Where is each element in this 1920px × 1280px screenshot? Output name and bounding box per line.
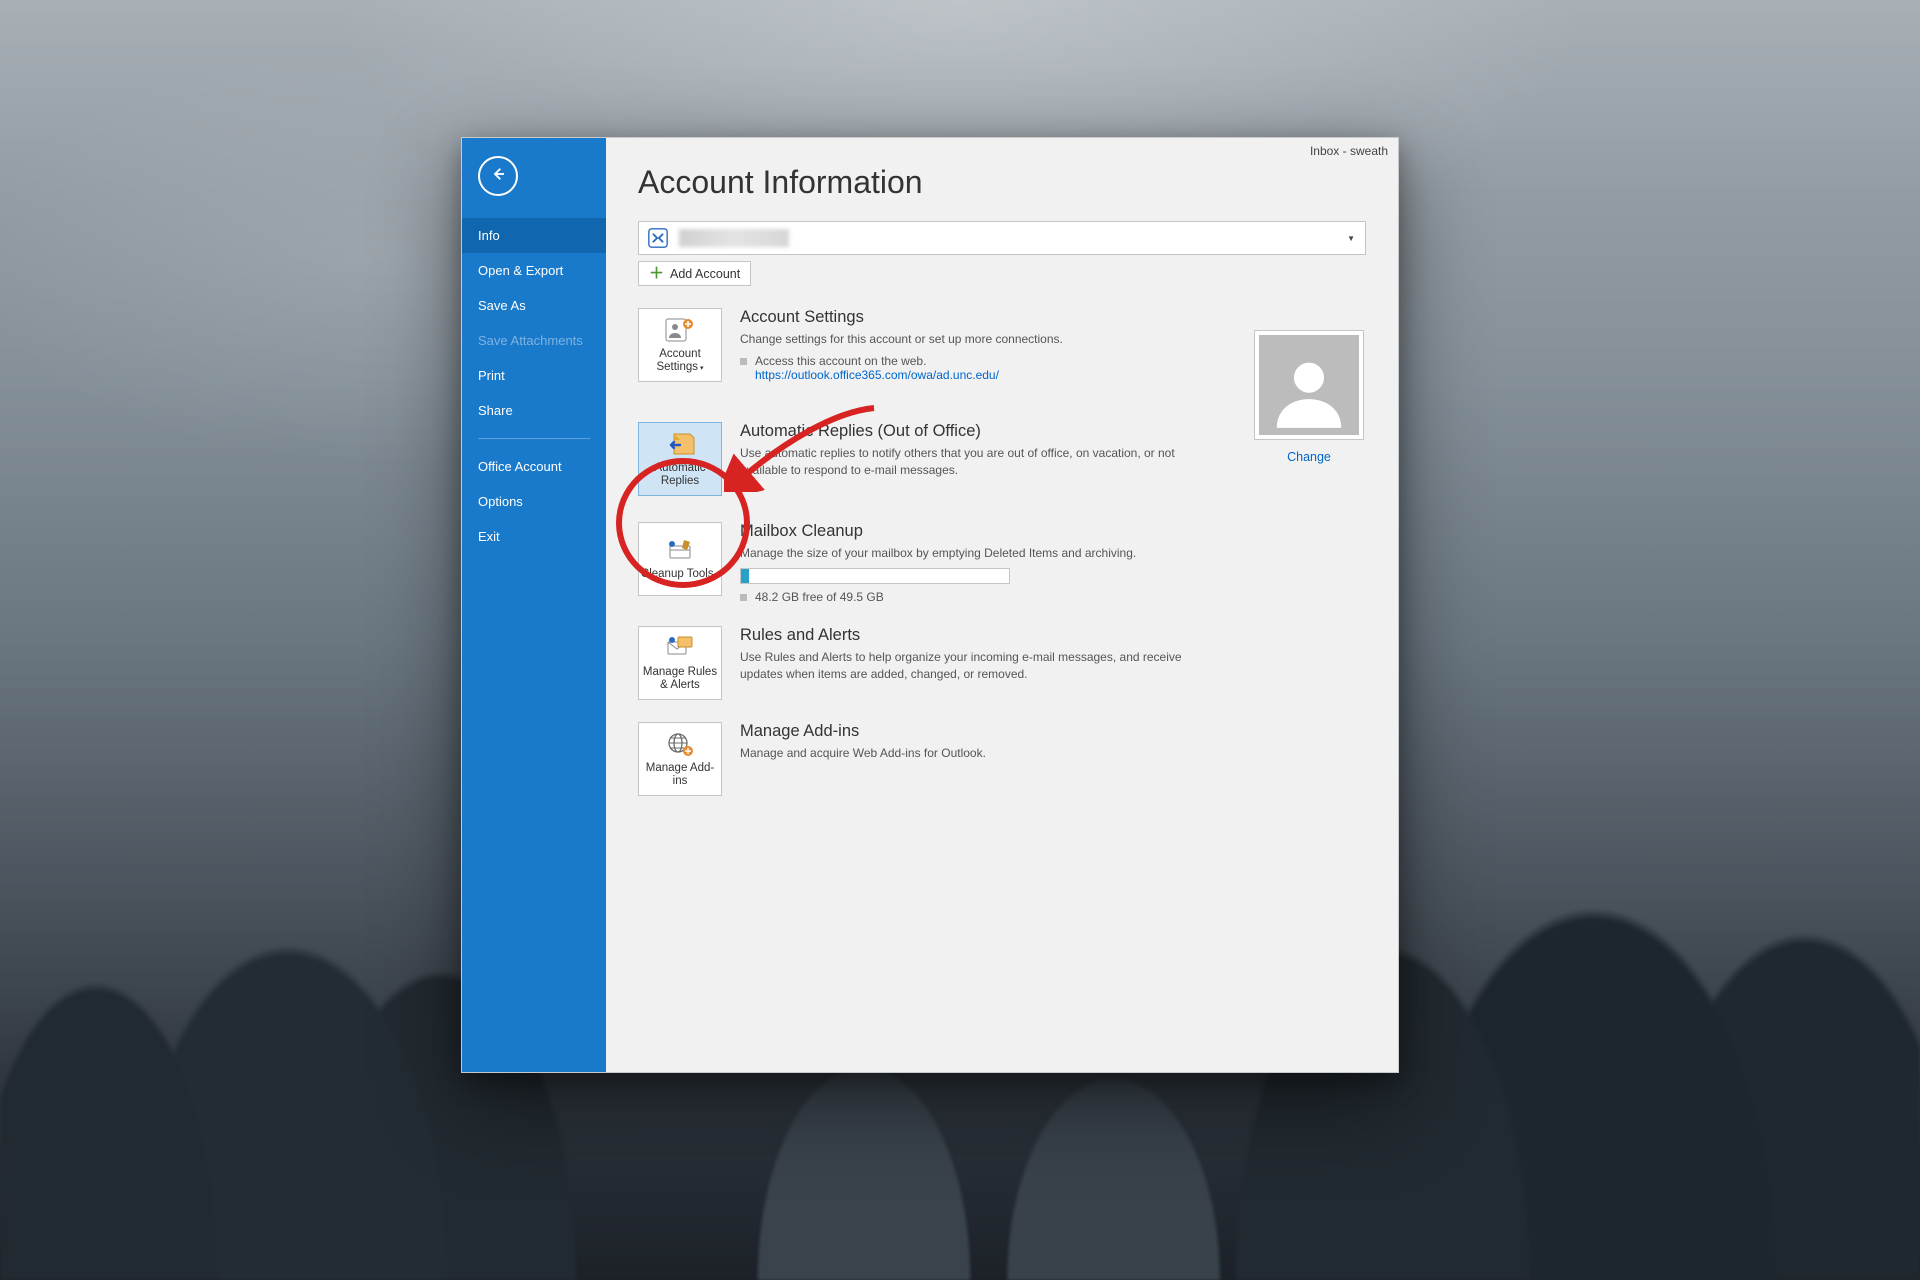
section-title: Rules and Alerts [740,626,1366,645]
window-title: Inbox - sweath [1310,144,1388,158]
backstage-main: Inbox - sweath Account Information ▼ ＋ A… [606,138,1398,1072]
bullet-icon [740,358,747,365]
section-desc: Use automatic replies to notify others t… [740,445,1220,479]
tile-label: Automatic Replies [639,462,721,488]
account-settings-icon [664,316,696,344]
web-access-text: Access this account on the web. [755,354,999,368]
change-photo-link[interactable]: Change [1287,450,1331,464]
automatic-replies-tile[interactable]: Automatic Replies [638,422,722,496]
page-title: Account Information [638,164,1366,201]
account-selector[interactable]: ▼ [638,221,1366,255]
add-account-button[interactable]: ＋ Add Account [638,261,751,286]
owa-url-link[interactable]: https://outlook.office365.com/owa/ad.unc… [755,368,999,382]
nav-office-account[interactable]: Office Account [462,449,606,484]
nav-open-export[interactable]: Open & Export [462,253,606,288]
outlook-backstage-window: Info Open & Export Save As Save Attachme… [461,137,1399,1073]
manage-addins-icon [664,730,696,758]
account-name-redacted [679,229,789,247]
back-button[interactable] [478,156,518,196]
tile-label: Account Settings▾ [639,348,721,374]
nav-share[interactable]: Share [462,393,606,428]
tile-label: Manage Rules & Alerts [639,666,721,692]
quota-text: 48.2 GB free of 49.5 GB [755,590,884,604]
exchange-icon [647,227,669,249]
avatar-placeholder-icon [1259,335,1359,435]
account-avatar-card: Change [1254,330,1364,466]
cleanup-tools-tile[interactable]: Cleanup Tools▾ [638,522,722,596]
tile-label: Cleanup Tools▾ [641,568,719,581]
chevron-down-icon: ▼ [1347,234,1355,243]
nav-separator [478,438,590,439]
rules-alerts-icon [664,634,696,662]
arrow-left-icon [489,165,507,188]
section-title: Mailbox Cleanup [740,522,1366,541]
bullet-icon [740,594,747,601]
section-title: Manage Add-ins [740,722,1366,741]
nav-save-as[interactable]: Save As [462,288,606,323]
cleanup-tools-icon [664,536,696,564]
nav-options[interactable]: Options [462,484,606,519]
nav-print[interactable]: Print [462,358,606,393]
section-desc: Change settings for this account or set … [740,331,1220,348]
manage-addins-tile[interactable]: Manage Add-ins [638,722,722,796]
account-settings-tile[interactable]: Account Settings▾ [638,308,722,382]
backstage-sidebar: Info Open & Export Save As Save Attachme… [462,138,606,1072]
nav-exit[interactable]: Exit [462,519,606,554]
section-desc: Manage and acquire Web Add-ins for Outlo… [740,745,1220,762]
nav-save-attachments: Save Attachments [462,323,606,358]
section-desc: Use Rules and Alerts to help organize yo… [740,649,1220,683]
automatic-replies-icon [664,430,696,458]
tile-label: Manage Add-ins [639,762,721,788]
plus-icon: ＋ [649,266,664,281]
section-title: Account Settings [740,308,1366,327]
section-desc: Manage the size of your mailbox by empty… [740,545,1220,562]
nav-info[interactable]: Info [462,218,606,253]
avatar-frame [1254,330,1364,440]
rules-alerts-tile[interactable]: Manage Rules & Alerts [638,626,722,700]
mailbox-quota-bar [740,568,1010,584]
add-account-label: Add Account [670,267,740,281]
